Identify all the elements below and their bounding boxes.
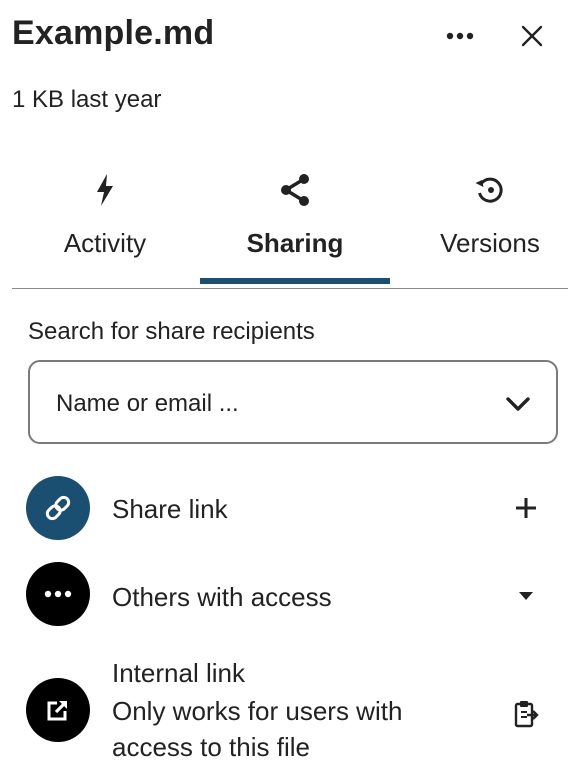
others-with-access-row[interactable]: Others with access <box>26 562 558 632</box>
tab-activity[interactable]: Activity <box>44 160 166 287</box>
tab-versions[interactable]: Versions <box>420 160 560 287</box>
tab-bar: Activity Sharing Versions <box>12 160 568 289</box>
plus-icon <box>516 498 536 518</box>
caret-down-icon <box>519 592 533 600</box>
close-icon <box>521 25 543 47</box>
search-placeholder: Name or email ... <box>56 390 239 417</box>
external-link-icon <box>26 678 90 742</box>
add-share-link-button[interactable] <box>506 488 546 528</box>
sidebar-header: Example.md <box>12 14 556 64</box>
search-input[interactable]: Name or email ... <box>28 360 558 444</box>
tab-activity-label: Activity <box>63 228 147 258</box>
internal-link-title: Internal link <box>112 658 245 688</box>
tab-sharing[interactable]: Sharing <box>200 160 390 287</box>
search-label: Search for share recipients <box>28 318 315 345</box>
others-with-access-label: Others with access <box>112 582 332 612</box>
link-icon <box>26 476 90 540</box>
file-meta: 1 KB last year <box>12 86 162 113</box>
tab-versions-label: Versions <box>440 228 540 258</box>
internal-link-description-line1: Only works for users with <box>112 696 403 726</box>
copy-internal-link-button[interactable] <box>506 694 546 734</box>
tab-sharing-label: Sharing <box>246 228 344 258</box>
expand-others-button[interactable] <box>506 576 546 616</box>
share-link-label: Share link <box>112 494 228 524</box>
history-icon <box>474 172 506 208</box>
internal-link-description-line2: access to this file <box>112 732 310 762</box>
internal-link-row[interactable]: Internal link Only works for users with … <box>26 658 558 762</box>
close-button[interactable] <box>514 18 550 54</box>
more-horizontal-icon <box>26 562 90 626</box>
share-link-row[interactable]: Share link <box>26 476 558 546</box>
share-icon <box>279 172 311 208</box>
more-horizontal-icon <box>446 32 474 40</box>
more-actions-button[interactable] <box>442 18 478 54</box>
file-title: Example.md <box>12 14 215 52</box>
chevron-down-icon[interactable] <box>502 388 534 420</box>
active-tab-indicator <box>200 278 390 284</box>
lightning-icon <box>95 172 115 208</box>
clipboard-icon <box>514 701 539 728</box>
